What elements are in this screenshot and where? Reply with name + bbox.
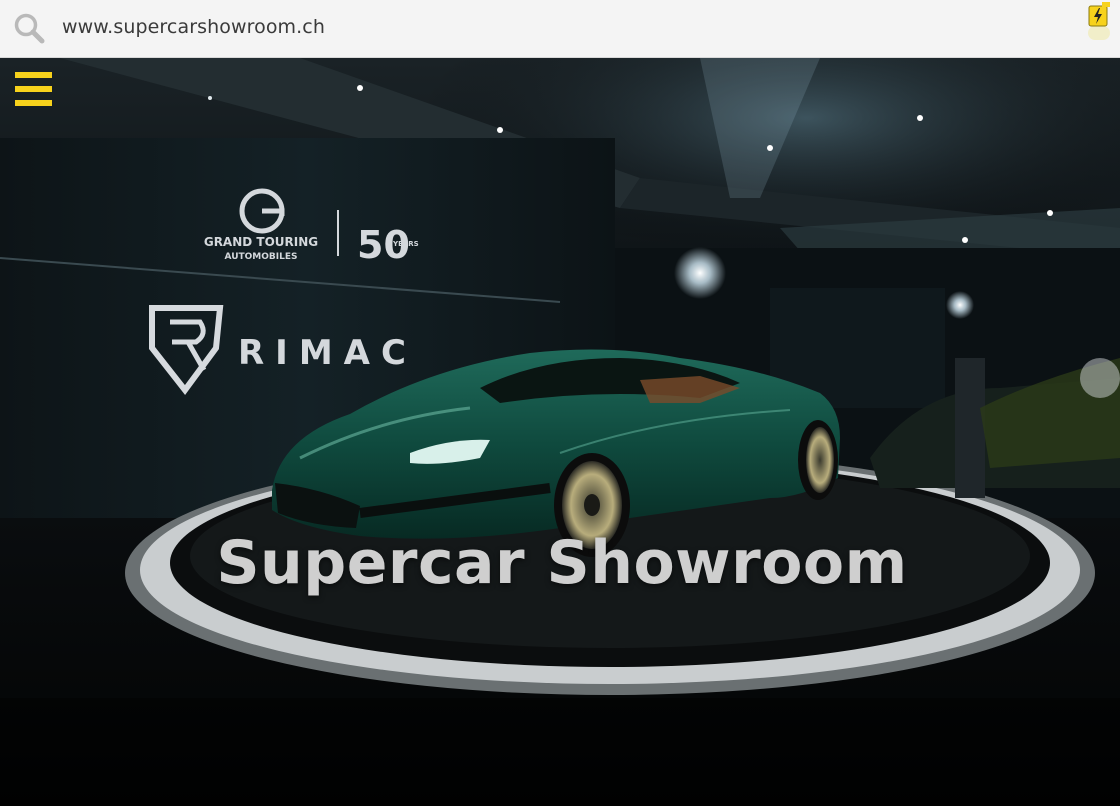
menu-line-middle [15, 86, 52, 92]
backdrop-brand: RIMAC [238, 333, 417, 373]
hamburger-menu-icon[interactable] [15, 72, 52, 106]
backdrop-anniversary-sub: YEARS [392, 240, 419, 248]
page-frame: www.supercarshowroom.ch GRAND TOURING AU… [0, 0, 1120, 806]
menu-line-bottom [15, 100, 52, 106]
backdrop-logo-line2: AUTOMOBILES [225, 252, 298, 262]
page-title: Supercar Showroom [216, 528, 908, 598]
menu-line-top [15, 72, 52, 78]
hero-photo: GRAND TOURING AUTOMOBILES 50 YEARS RIMAC [0, 58, 1120, 806]
hero-section: GRAND TOURING AUTOMOBILES 50 YEARS RIMAC [0, 58, 1120, 806]
backdrop-logo-line1: GRAND TOURING [204, 235, 318, 249]
address-bar: www.supercarshowroom.ch [0, 0, 1120, 58]
bolt-icon[interactable] [1088, 2, 1110, 40]
search-icon[interactable] [12, 11, 46, 45]
url-field[interactable]: www.supercarshowroom.ch [62, 16, 325, 38]
